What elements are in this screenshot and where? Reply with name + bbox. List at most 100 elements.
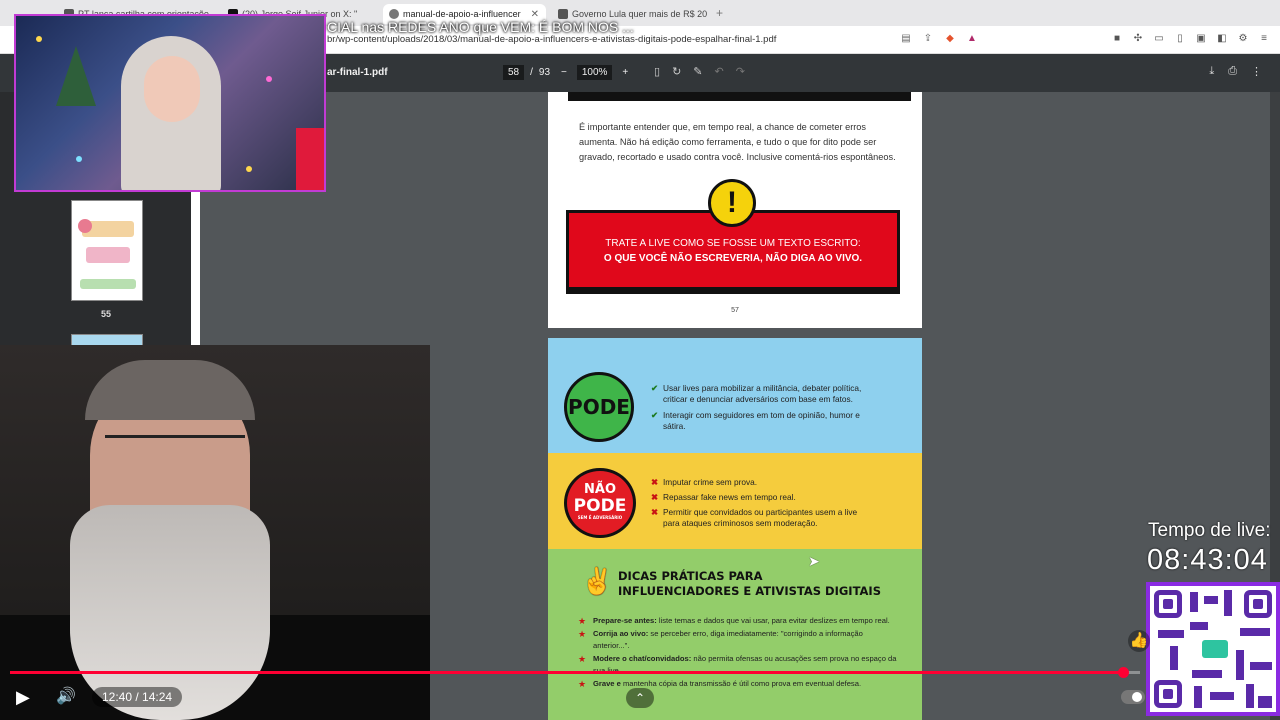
star-icon: ★ bbox=[578, 629, 587, 639]
video-progress-bar[interactable] bbox=[10, 667, 1140, 678]
settings-icon[interactable]: ⚙ bbox=[1237, 33, 1249, 45]
naopode-line-1: NÃO bbox=[584, 482, 616, 497]
qr-module bbox=[1250, 662, 1272, 670]
like-icon[interactable]: 👍 bbox=[1128, 630, 1150, 652]
qr-module bbox=[1210, 692, 1234, 700]
tip-bold: Corrija ao vivo: bbox=[593, 629, 649, 638]
page-number: 57 bbox=[731, 307, 739, 314]
more-icon[interactable]: ⋮ bbox=[1251, 65, 1262, 78]
list-item: ✔ Interagir com seguidores em tom de opin… bbox=[651, 410, 881, 432]
check-icon: ✔ bbox=[651, 383, 658, 393]
undo-icon[interactable]: ↶ bbox=[715, 65, 724, 78]
tip-text: liste temas e dados que vai usar, para e… bbox=[656, 616, 890, 625]
window-icon[interactable]: ▭ bbox=[1153, 33, 1165, 45]
cross-icon: ✖ bbox=[651, 492, 658, 502]
streamer-hair bbox=[85, 360, 255, 420]
vpn-icon[interactable]: ◧ bbox=[1216, 33, 1228, 45]
qr-module bbox=[1224, 590, 1232, 616]
zoom-out-button[interactable]: − bbox=[561, 67, 567, 78]
naopode-badge: NÃO PODE SEM É ADVERSÁRIO bbox=[564, 468, 636, 538]
print-icon[interactable]: ⎙ bbox=[1228, 65, 1237, 78]
volume-icon[interactable]: 🔊 bbox=[56, 686, 78, 708]
tab-4-label: Governo Lula quer mais de R$ 20 bbox=[572, 9, 708, 19]
qr-module bbox=[1158, 630, 1184, 638]
zoom-in-button[interactable]: + bbox=[622, 67, 628, 78]
tips-title-line-2: INFLUENCIADORES E ATIVISTAS DIGITAIS bbox=[618, 584, 881, 598]
streamer-face bbox=[144, 56, 200, 122]
tip-text: mantenha cópia da transmissão é útil com… bbox=[622, 679, 862, 688]
qr-module bbox=[1192, 670, 1222, 678]
address-actions: ▤ ⇪ ◆ ▲ bbox=[900, 33, 978, 45]
play-icon[interactable]: ▶ bbox=[16, 686, 38, 708]
live-time: 08:43:04 bbox=[1147, 544, 1268, 576]
tip-item: ★ Prepare-se antes: liste temas e dados q… bbox=[578, 615, 898, 627]
stream-headline: CIAL nas REDES ANO que VEM: É BOM NOS ..… bbox=[327, 19, 634, 35]
close-tab-icon[interactable]: ✕ bbox=[531, 9, 539, 20]
tips-title-line-1: DICAS PRÁTICAS PARA bbox=[618, 569, 763, 583]
new-tab-button[interactable]: + bbox=[716, 6, 723, 20]
share-icon[interactable]: ⇪ bbox=[922, 33, 934, 45]
star-icon: ★ bbox=[578, 616, 587, 626]
star-icon: ★ bbox=[578, 654, 587, 664]
tab-3-label: manual-de-apoio-a-influencer bbox=[403, 9, 521, 19]
puzzle-icon[interactable]: ✣ bbox=[1132, 33, 1144, 45]
page-thumbnail[interactable] bbox=[71, 200, 143, 301]
cross-icon: ✖ bbox=[651, 477, 658, 487]
qr-module bbox=[1240, 628, 1270, 636]
check-icon: ✔ bbox=[651, 410, 658, 420]
sidebar-icon[interactable]: ▯ bbox=[1174, 33, 1186, 45]
extensions-bar: ■ ✣ ▭ ▯ ▣ ◧ ⚙ ≡ bbox=[1111, 33, 1270, 45]
reader-icon[interactable]: ▤ bbox=[900, 33, 912, 45]
download-icon[interactable]: ⤓ bbox=[1209, 65, 1214, 78]
zoom-input[interactable]: 100% bbox=[576, 65, 613, 80]
wallet-icon[interactable]: ▣ bbox=[1195, 33, 1207, 45]
list-item: ✖ Repassar fake news em tempo real. bbox=[651, 492, 866, 503]
annotate-icon[interactable]: ✎ bbox=[693, 65, 702, 78]
tips-list: ★ Prepare-se antes: liste temas e dados q… bbox=[578, 615, 898, 691]
callout-line-2: O QUE VOCÊ NÃO ESCREVERIA, NÃO DIGA AO V… bbox=[603, 253, 863, 264]
tip-bold: Modere o chat/convidados: bbox=[593, 654, 692, 663]
alert-icon[interactable]: ▲ bbox=[966, 33, 978, 45]
page-top-bar bbox=[568, 92, 911, 101]
qr-module bbox=[1204, 596, 1218, 604]
list-item-text: Permitir que convidados ou participantes… bbox=[663, 507, 858, 528]
naopode-list: ✖ Imputar crime sem prova. ✖ Repassar fake… bbox=[651, 477, 866, 534]
fairy-light bbox=[246, 166, 252, 172]
qr-module bbox=[1170, 646, 1178, 670]
hand-icon: ✌ bbox=[581, 566, 614, 596]
screen: PT lança cartilha com orientaçõe (20) Jo… bbox=[0, 0, 1280, 720]
autoplay-toggle[interactable] bbox=[1121, 690, 1145, 704]
extension-icon[interactable]: ■ bbox=[1111, 33, 1123, 45]
fairy-light bbox=[266, 76, 272, 82]
fairy-light bbox=[36, 36, 42, 42]
sidebar-page-edge bbox=[191, 192, 200, 362]
url-text[interactable]: br/wp-content/uploads/2018/03/manual-de-… bbox=[327, 34, 776, 45]
pode-badge: PODE bbox=[564, 372, 634, 442]
webcam-streamer-2 bbox=[0, 345, 430, 720]
list-item: ✖ Permitir que convidados ou participante… bbox=[651, 507, 866, 529]
chevron-up-icon[interactable]: ⌃ bbox=[626, 688, 654, 708]
page-input[interactable]: 58 bbox=[503, 65, 525, 80]
naopode-line-2: PODE bbox=[573, 496, 627, 516]
fit-page-icon[interactable]: ▯ bbox=[654, 65, 660, 78]
video-time: 12:40 / 14:24 bbox=[92, 687, 183, 707]
list-item-text: Repassar fake news em tempo real. bbox=[663, 492, 796, 502]
cross-icon: ✖ bbox=[651, 507, 658, 517]
qr-module bbox=[1190, 592, 1198, 612]
favicon-icon bbox=[558, 9, 568, 19]
shield-icon[interactable]: ◆ bbox=[944, 33, 956, 45]
page-indicator: 58 / 93 bbox=[503, 65, 550, 80]
tip-item: ★ Corrija ao vivo: se perceber erro, diga… bbox=[578, 628, 898, 652]
progress-knob[interactable] bbox=[1118, 667, 1130, 678]
list-item: ✖ Imputar crime sem prova. bbox=[651, 477, 866, 488]
christmas-tree bbox=[56, 46, 96, 106]
menu-icon[interactable]: ≡ bbox=[1258, 33, 1270, 45]
fairy-light bbox=[76, 156, 82, 162]
qr-module bbox=[1246, 684, 1254, 708]
warning-icon: ! bbox=[708, 179, 756, 227]
pdf-page-57: É importante entender que, em tempo real… bbox=[548, 92, 922, 328]
redo-icon[interactable]: ↷ bbox=[736, 65, 745, 78]
pdf-actions: ⤓ ⎙ ⋮ bbox=[1209, 65, 1262, 78]
page-paragraph: É importante entender que, em tempo real… bbox=[579, 122, 896, 162]
rotate-icon[interactable]: ↻ bbox=[672, 65, 681, 78]
